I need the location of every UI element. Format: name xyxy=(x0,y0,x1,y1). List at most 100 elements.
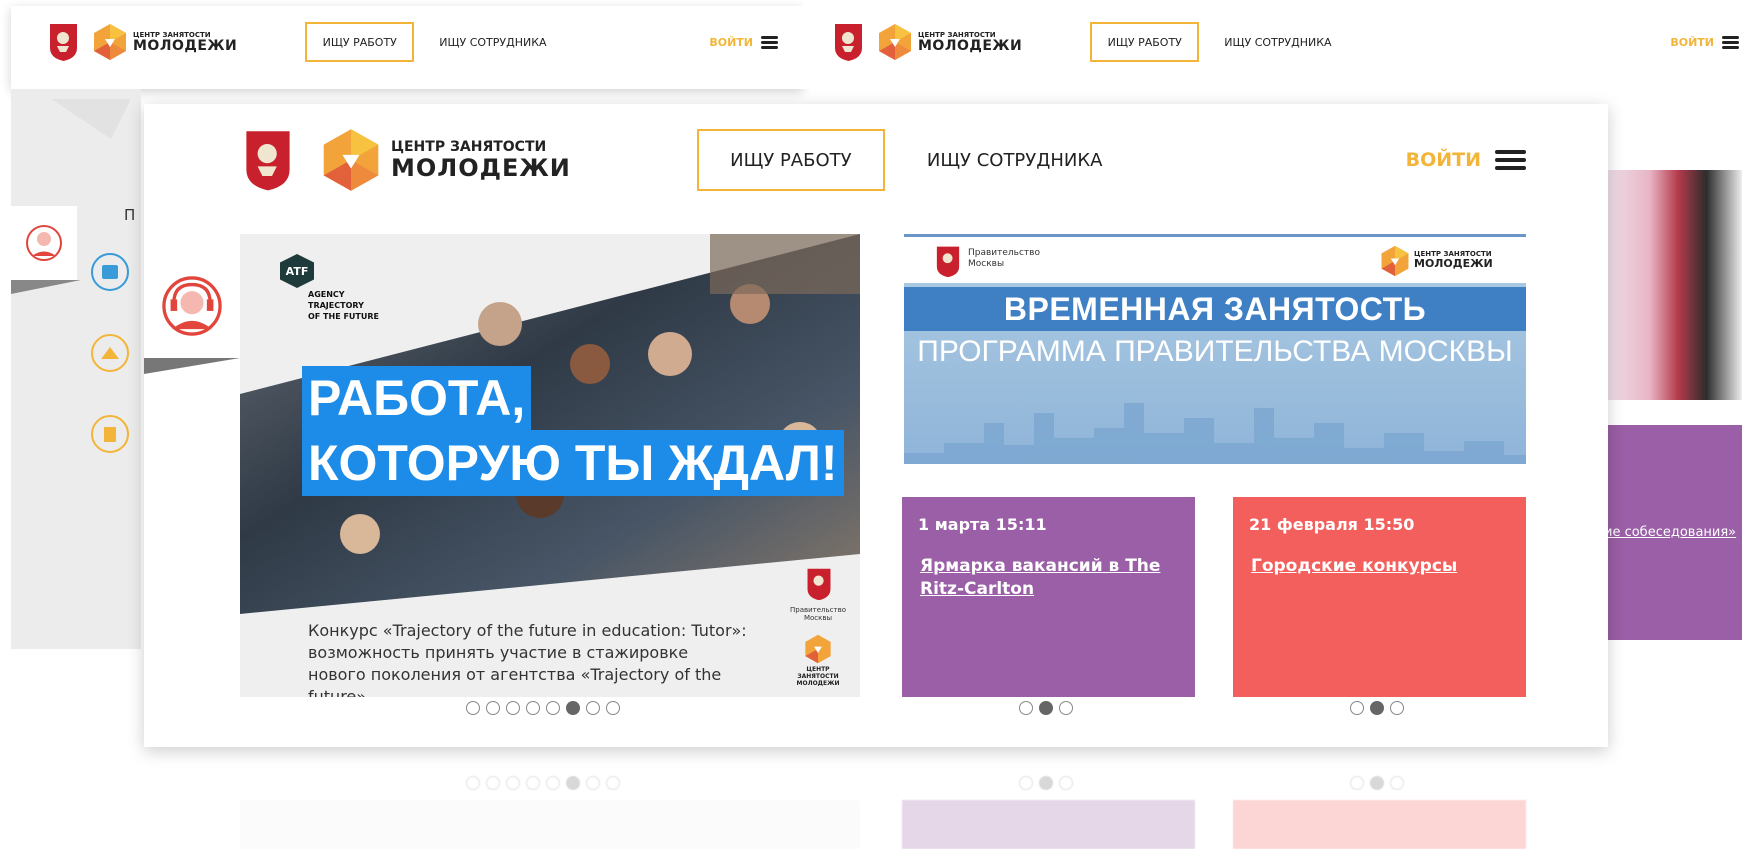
carousel-dot[interactable] xyxy=(486,701,500,715)
hamburger-menu-icon[interactable] xyxy=(761,34,778,51)
carousel-dot[interactable] xyxy=(606,701,620,715)
reflection-news-dots-2 xyxy=(1350,776,1404,790)
right-background-card: ие собеседования» xyxy=(1600,170,1742,640)
banner-title: ВРЕМЕННАЯ ЗАНЯТОСТЬ xyxy=(1003,290,1427,327)
reflection-coral-block xyxy=(1233,800,1526,849)
banner-subtitle: ПРОГРАММА ПРАВИТЕЛЬСТВА МОСКВЫ xyxy=(917,335,1513,368)
carousel-dot[interactable] xyxy=(1350,776,1364,790)
brand-name: ЦЕНТР ЗАНЯТОСТИ МОЛОДЕЖИ xyxy=(918,31,1023,54)
find-employee-link[interactable]: ИЩУ СОТРУДНИКА xyxy=(439,36,546,49)
find-job-button[interactable]: ИЩУ РАБОТУ xyxy=(305,22,415,62)
find-employee-link[interactable]: ИЩУ СОТРУДНИКА xyxy=(927,150,1103,171)
news-title-2[interactable]: Городские конкурсы xyxy=(1251,555,1511,578)
brand-line-2: МОЛОДЕЖИ xyxy=(918,37,1023,54)
reflection-hero-dots xyxy=(466,776,620,790)
support-widget[interactable] xyxy=(144,254,240,358)
carousel-dot[interactable] xyxy=(1039,776,1053,790)
carousel-dot[interactable] xyxy=(466,701,480,715)
left-card-letter: П xyxy=(124,206,136,224)
hero-headline-2: КОТОРУЮ ТЫ ЖДАЛ! xyxy=(302,430,844,496)
support-widget-wedge xyxy=(144,358,240,374)
carousel-dot[interactable] xyxy=(606,776,620,790)
brand-name: ЦЕНТР ЗАНЯТОСТИ МОЛОДЕЖИ xyxy=(391,140,571,180)
headset-support-icon xyxy=(26,225,62,261)
moscow-crest-icon xyxy=(807,568,831,601)
carousel-dot[interactable] xyxy=(1370,776,1384,790)
mini-header-card-right: ЦЕНТР ЗАНЯТОСТИ МОЛОДЕЖИ ИЩУ РАБОТУ ИЩУ … xyxy=(803,0,1742,89)
news-tile-2[interactable]: 21 февраля 15:50 Городские конкурсы xyxy=(1233,497,1526,697)
login-label: ВОЙТИ xyxy=(1405,149,1481,171)
banner-brand: ЦЕНТР ЗАНЯТОСТИ МОЛОДЕЖИ xyxy=(1414,251,1493,270)
carousel-dot[interactable] xyxy=(586,776,600,790)
carousel-dot[interactable] xyxy=(506,776,520,790)
reflection-caption-block xyxy=(240,800,860,849)
carousel-dot[interactable] xyxy=(1390,776,1404,790)
login-label: ВОЙТИ xyxy=(1670,35,1714,49)
carousel-dot[interactable] xyxy=(1019,776,1033,790)
decorative-wedge xyxy=(11,280,81,294)
hero-headline-1-text: РАБОТА, xyxy=(308,370,526,426)
carousel-dot[interactable] xyxy=(546,701,560,715)
hero-headline-2-text: КОТОРУЮ ТЫ ЖДАЛ! xyxy=(308,435,838,491)
find-job-button[interactable]: ИЩУ РАБОТУ xyxy=(1090,22,1200,62)
carousel-dot[interactable] xyxy=(1059,776,1073,790)
carousel-dot[interactable] xyxy=(1039,701,1053,715)
banner-gov-label: Правительство Москвы xyxy=(968,248,1040,269)
carousel-dot[interactable] xyxy=(1350,701,1364,715)
moscow-crest-icon xyxy=(936,246,960,278)
brand-logo-icon xyxy=(805,634,831,664)
news-title-1[interactable]: Ярмарка вакансий в The Ritz-Carlton xyxy=(920,555,1180,601)
news-date-2: 21 февраля 15:50 xyxy=(1249,515,1415,534)
reflection-purple-block xyxy=(902,800,1195,849)
login-button[interactable]: ВОЙТИ xyxy=(1670,34,1739,51)
carousel-dot[interactable] xyxy=(526,701,540,715)
brand-line-1: ЦЕНТР ЗАНЯТОСТИ xyxy=(391,139,547,155)
hamburger-menu-icon[interactable] xyxy=(1495,146,1526,174)
moscow-crest-icon xyxy=(246,131,290,191)
find-job-label: ИЩУ РАБОТУ xyxy=(1107,35,1182,49)
moscow-crest-icon xyxy=(835,24,862,61)
left-background-card: П xyxy=(11,89,141,649)
carousel-dot[interactable] xyxy=(506,701,520,715)
carousel-dot[interactable] xyxy=(466,776,480,790)
brand-logo-icon xyxy=(1381,245,1409,277)
banner-brand-line-2: МОЛОДЕЖИ xyxy=(1414,257,1493,270)
brand-logo-icon xyxy=(879,24,911,60)
mini-header-card-left: ЦЕНТР ЗАНЯТОСТИ МОЛОДЕЖИ ИЩУ РАБОТУ ИЩУ … xyxy=(11,6,803,89)
decorative-triangle xyxy=(51,99,131,139)
medical-category-icon[interactable] xyxy=(91,253,129,291)
shopping-bag-category-icon[interactable] xyxy=(91,415,129,453)
carousel-dot[interactable] xyxy=(566,776,580,790)
brand-logo-icon xyxy=(94,24,126,60)
mini-header: ЦЕНТР ЗАНЯТОСТИ МОЛОДЕЖИ ИЩУ РАБОТУ ИЩУ … xyxy=(48,20,778,64)
hero-headline-1: РАБОТА, xyxy=(302,366,532,430)
carousel-dot[interactable] xyxy=(526,776,540,790)
carousel-dot[interactable] xyxy=(1390,701,1404,715)
right-tile-link[interactable]: ие собеседования» xyxy=(1604,525,1736,540)
news-2-carousel-dots xyxy=(1350,701,1404,715)
hero-carousel-dots xyxy=(466,701,620,715)
support-tab[interactable] xyxy=(11,206,77,280)
hero-gov-label: Правительство Москвы xyxy=(790,606,846,622)
hero-mini-brand: ЦЕНТР ЗАНЯТОСТИ МОЛОДЕЖИ xyxy=(796,666,840,687)
carousel-dot[interactable] xyxy=(586,701,600,715)
hero-slide[interactable]: ATF AGENCY TRAJECTORY OF THE FUTURE РАБО… xyxy=(240,234,860,697)
hamburger-menu-icon[interactable] xyxy=(1722,34,1739,51)
news-tile-1[interactable]: 1 марта 15:11 Ярмарка вакансий в The Rit… xyxy=(902,497,1195,697)
carousel-dot[interactable] xyxy=(1370,701,1384,715)
city-skyline xyxy=(904,403,1526,464)
carousel-dot[interactable] xyxy=(566,701,580,715)
login-button[interactable]: ВОЙТИ xyxy=(709,34,778,51)
temp-employment-banner[interactable]: Правительство Москвы ЦЕНТР ЗАНЯТОСТИ МОЛ… xyxy=(904,234,1526,464)
carousel-dot[interactable] xyxy=(1019,701,1033,715)
carousel-dot[interactable] xyxy=(486,776,500,790)
login-button[interactable]: ВОЙТИ xyxy=(1406,146,1526,174)
find-employee-link[interactable]: ИЩУ СОТРУДНИКА xyxy=(1224,36,1331,49)
carousel-dot[interactable] xyxy=(1059,701,1073,715)
carousel-dot[interactable] xyxy=(546,776,560,790)
find-job-label: ИЩУ РАБОТУ xyxy=(730,149,852,171)
service-bell-category-icon[interactable] xyxy=(91,334,129,372)
moscow-crest-icon xyxy=(50,24,77,61)
news-1-carousel-dots xyxy=(1019,701,1073,715)
find-job-button[interactable]: ИЩУ РАБОТУ xyxy=(696,129,885,191)
